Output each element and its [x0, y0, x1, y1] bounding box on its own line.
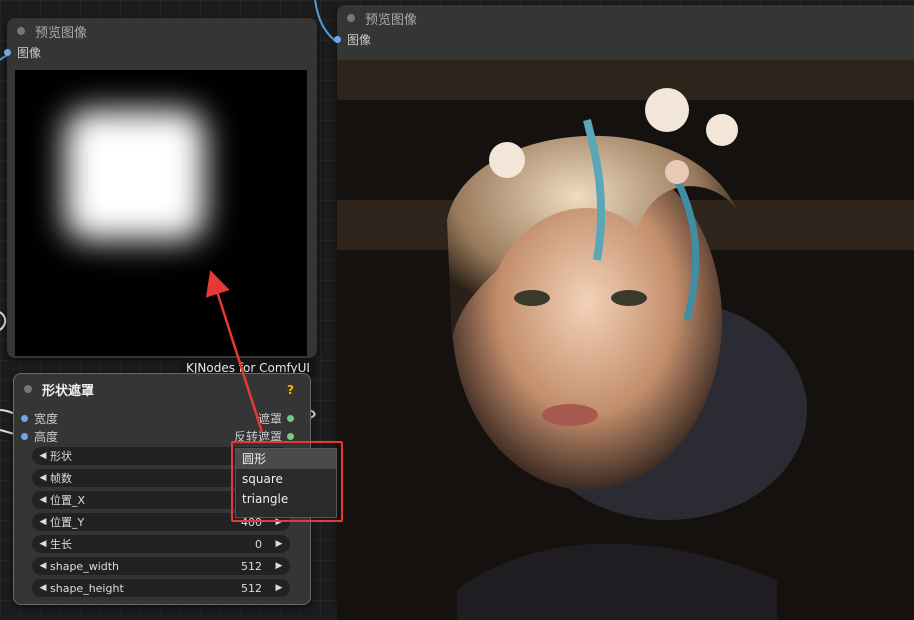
image-input-port[interactable]: 图像	[4, 44, 317, 60]
port-label: 宽度	[34, 411, 59, 426]
node-title-bar[interactable]: 形状遮罩	[14, 374, 310, 404]
arrow-right-icon[interactable]: ▶	[272, 583, 286, 593]
widget-shape-height[interactable]: ◀ shape_height 512 ▶	[32, 579, 290, 597]
image-input-port[interactable]: 图像	[334, 31, 914, 47]
input-port-dot-icon[interactable]	[21, 432, 28, 440]
output-port-dot-icon[interactable]	[287, 432, 294, 440]
node-title: 预览图像	[365, 12, 418, 28]
blurred-square-mask	[65, 110, 205, 240]
portrait-preview-image	[337, 60, 914, 620]
port-label: 图像	[347, 32, 372, 47]
mask-preview-image	[15, 70, 307, 356]
input-port-dot-icon[interactable]	[4, 48, 11, 56]
node-title: 形状遮罩	[42, 383, 95, 399]
widget-grow[interactable]: ◀ 生长 0 ▶	[32, 535, 290, 553]
node-title-bar[interactable]: 预览图像	[337, 5, 914, 31]
portrait-illustration	[337, 60, 914, 620]
collapse-dot-icon[interactable]	[17, 27, 25, 35]
wire-left-edge	[0, 311, 7, 331]
widget-shape-width[interactable]: ◀ shape_width 512 ▶	[32, 557, 290, 575]
node-title-bar[interactable]: 预览图像	[7, 18, 317, 44]
port-label: 高度	[34, 429, 59, 444]
arrow-right-icon[interactable]: ▶	[272, 539, 286, 549]
arrow-right-icon[interactable]: ▶	[272, 561, 286, 571]
collapse-dot-icon[interactable]	[347, 14, 355, 22]
output-label: 遮罩	[257, 411, 282, 426]
input-port-dot-icon[interactable]	[21, 414, 28, 422]
arrow-left-icon[interactable]: ◀	[36, 451, 50, 461]
preview-image-node-left[interactable]: 预览图像 图像	[4, 18, 317, 358]
width-input-port[interactable]: 宽度 遮罩	[21, 410, 304, 426]
arrow-left-icon[interactable]: ◀	[36, 473, 50, 483]
node-title: 预览图像	[35, 25, 88, 41]
output-port-dot-icon[interactable]	[287, 414, 294, 422]
arrow-left-icon[interactable]: ◀	[36, 517, 50, 527]
help-icon[interactable]: ?	[287, 383, 294, 397]
arrow-left-icon[interactable]: ◀	[36, 539, 50, 549]
port-label: 图像	[17, 45, 42, 60]
preview-image-node-right[interactable]: 预览图像 图像	[334, 5, 914, 620]
arrow-left-icon[interactable]: ◀	[36, 583, 50, 593]
annotation-highlight-box	[231, 441, 343, 522]
arrow-left-icon[interactable]: ◀	[36, 495, 50, 505]
collapse-dot-icon[interactable]	[24, 385, 32, 393]
arrow-left-icon[interactable]: ◀	[36, 561, 50, 571]
input-port-dot-icon[interactable]	[334, 35, 341, 43]
